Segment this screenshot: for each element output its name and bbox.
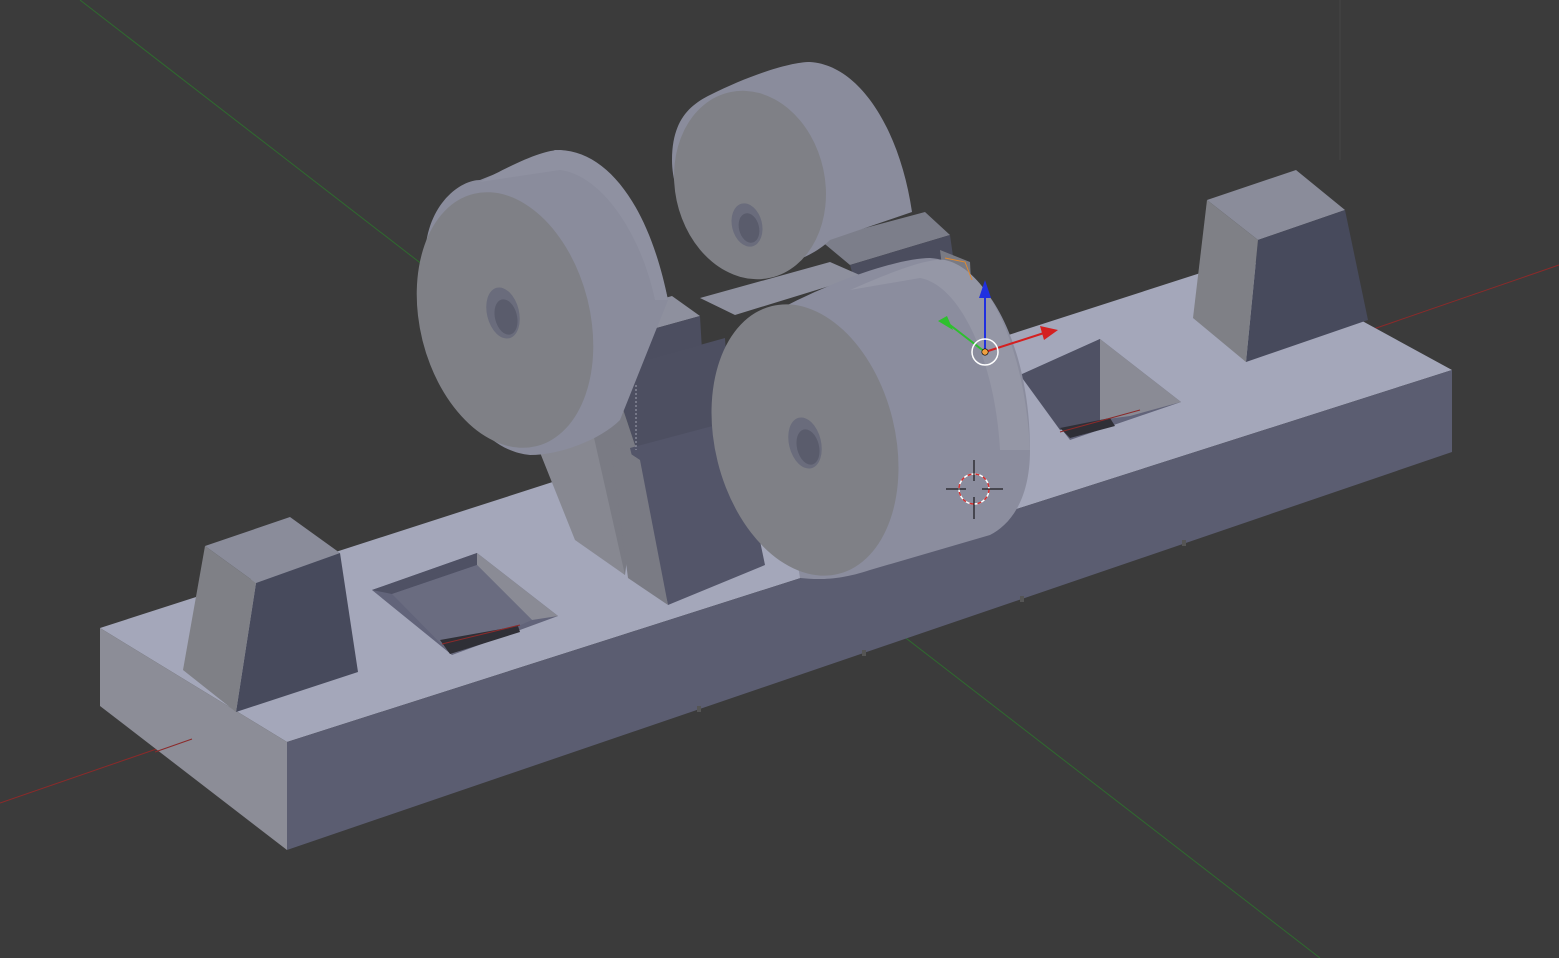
3d-viewport[interactable]: [0, 0, 1559, 958]
object-origin: [981, 348, 989, 356]
3d-scene: [0, 0, 1559, 958]
